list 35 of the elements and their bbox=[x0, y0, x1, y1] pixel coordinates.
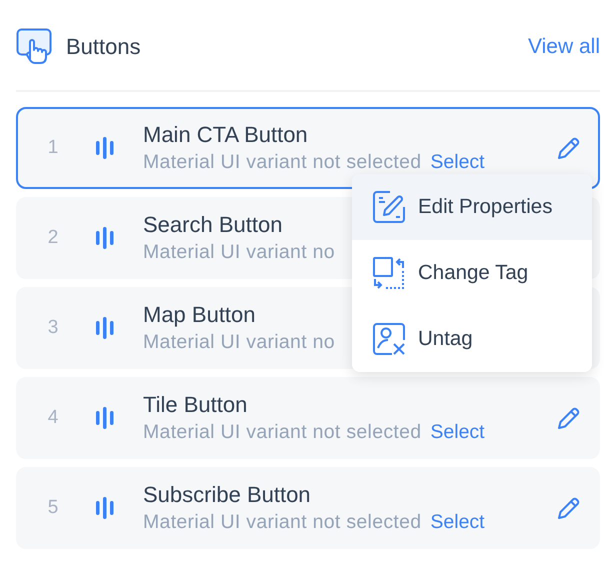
untag-icon bbox=[372, 322, 406, 356]
drag-handle-icon[interactable] bbox=[96, 317, 114, 339]
list-row[interactable]: 4 Tile Button Material UI variant not selected Select bbox=[16, 377, 600, 459]
row-subtitle: Material UI variant not selected bbox=[143, 421, 422, 444]
row-title: Search Button bbox=[143, 212, 284, 238]
section-title: Buttons bbox=[66, 34, 142, 60]
edit-icon[interactable] bbox=[556, 405, 582, 431]
row-subtitle: Material UI variant no bbox=[143, 241, 335, 264]
row-number: 4 bbox=[46, 407, 60, 429]
row-title: Main CTA Button bbox=[143, 122, 309, 148]
drag-handle-icon[interactable] bbox=[96, 497, 114, 519]
row-title: Tile Button bbox=[143, 392, 248, 418]
menu-item[interactable]: Untag bbox=[352, 306, 592, 372]
drag-handle-icon[interactable] bbox=[96, 407, 114, 429]
drag-handle-icon[interactable] bbox=[96, 137, 114, 159]
edit-icon[interactable] bbox=[556, 495, 582, 521]
row-title: Map Button bbox=[143, 302, 257, 328]
row-number: 3 bbox=[46, 317, 60, 339]
list-row[interactable]: 1 Main CTA Button Material UI variant not selected Select bbox=[16, 107, 600, 189]
row-subtitle: Material UI variant not selected bbox=[143, 511, 422, 534]
edit-icon[interactable] bbox=[556, 135, 582, 161]
edit-properties-icon bbox=[372, 190, 406, 224]
swap-squares-icon bbox=[372, 256, 406, 290]
row-number: 1 bbox=[46, 137, 60, 159]
view-all-link[interactable]: View all bbox=[528, 35, 600, 59]
row-title: Subscribe Button bbox=[143, 482, 312, 508]
row-number: 2 bbox=[46, 227, 60, 249]
menu-item[interactable]: Edit Properties bbox=[352, 174, 592, 240]
drag-handle-icon[interactable] bbox=[96, 227, 114, 249]
list-row[interactable]: 5 Subscribe Button Material UI variant not selected Select bbox=[16, 467, 600, 549]
hand-pointer-icon bbox=[16, 28, 54, 66]
row-number: 5 bbox=[46, 497, 60, 519]
row-subtitle: Material UI variant no bbox=[143, 331, 335, 354]
menu-item[interactable]: Change Tag bbox=[352, 240, 592, 306]
row-subtitle: Material UI variant not selected bbox=[143, 151, 422, 174]
